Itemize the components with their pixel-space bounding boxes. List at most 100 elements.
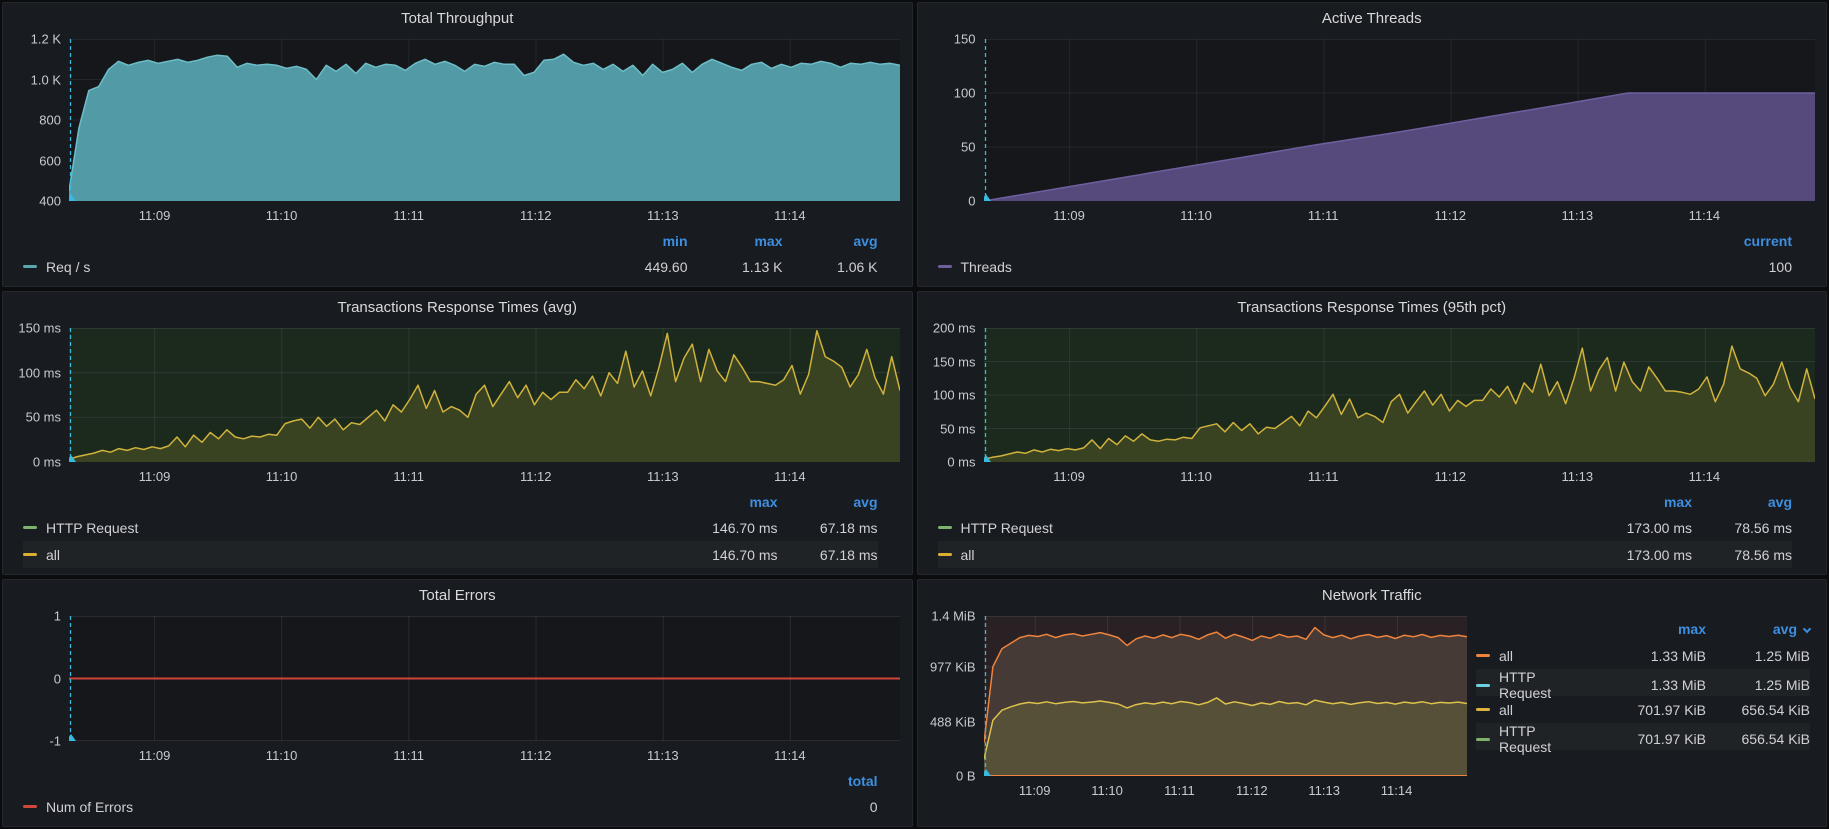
- legend-value-avg: 78.56 ms: [1692, 520, 1792, 536]
- x-axis-tick-label: 11:13: [647, 748, 679, 763]
- legend-header-min[interactable]: min: [593, 233, 688, 249]
- legend: max avg HTTP Request 146.70 ms 67.18 ms …: [3, 488, 912, 572]
- y-axis: 1.4 MiB977 KiB488 KiB0 B: [926, 616, 984, 776]
- panel-response-times-95pct: Transactions Response Times (95th pct) 2…: [917, 291, 1828, 575]
- y-axis-tick-label: 977 KiB: [930, 659, 976, 674]
- legend-row: HTTP Request 173.00 ms 78.56 ms: [938, 514, 1793, 541]
- legend-header-current[interactable]: current: [1682, 233, 1792, 249]
- series-color-dash: [1476, 654, 1490, 657]
- x-axis-tick-label: 11:11: [1308, 208, 1339, 223]
- x-axis-tick-label: 11:12: [520, 748, 552, 763]
- legend-series-name[interactable]: all: [961, 547, 975, 563]
- panel-title[interactable]: Active Threads: [918, 7, 1827, 31]
- errors-time-series-plot[interactable]: [69, 616, 900, 741]
- legend-value-avg: 78.56 ms: [1692, 547, 1792, 563]
- legend-header-avg[interactable]: avg: [778, 494, 878, 510]
- legend: min max avg Req / s 449.60 1.13 K 1.06 K: [3, 227, 912, 284]
- legend: current Threads 100: [918, 227, 1827, 284]
- legend-series-name[interactable]: HTTP Request: [46, 520, 138, 536]
- y-axis: 200 ms150 ms100 ms50 ms0 ms: [926, 328, 984, 462]
- network-time-series-plot[interactable]: [984, 616, 1467, 776]
- x-axis-tick-label: 11:13: [647, 469, 679, 484]
- response-95pct-time-series-plot[interactable]: [984, 328, 1815, 462]
- x-axis: 11:0911:1011:1111:1211:1311:14: [984, 776, 1467, 802]
- legend-header-max[interactable]: max: [1591, 621, 1706, 637]
- legend-row: HTTP Request 701.97 KiB 656.54 KiB: [1476, 723, 1810, 750]
- legend-header-avg[interactable]: avg: [1692, 494, 1792, 510]
- panel-response-times-avg: Transactions Response Times (avg) 150 ms…: [2, 291, 913, 575]
- series-color-dash: [23, 526, 37, 529]
- x-axis-tick-label: 11:09: [139, 748, 171, 763]
- x-axis-tick-label: 11:11: [1308, 469, 1339, 484]
- legend-header-max[interactable]: max: [688, 233, 783, 249]
- y-axis-tick-label: 100 ms: [18, 365, 61, 380]
- y-axis-tick-label: 400: [39, 194, 61, 209]
- legend-value-max: 1.33 MiB: [1591, 648, 1706, 664]
- panel-title[interactable]: Total Errors: [3, 584, 912, 608]
- y-axis-tick-label: 50 ms: [26, 410, 61, 425]
- legend-series-name[interactable]: Req / s: [46, 259, 90, 275]
- x-axis-tick-label: 11:10: [1091, 783, 1123, 798]
- y-axis-tick-label: 800: [39, 113, 61, 128]
- x-axis-tick-label: 11:09: [1053, 469, 1085, 484]
- x-axis-tick-label: 11:10: [266, 469, 298, 484]
- legend-series-name[interactable]: all: [1499, 702, 1513, 718]
- legend-series-name[interactable]: HTTP Request: [1499, 723, 1591, 755]
- series-color-dash: [1476, 738, 1490, 741]
- legend-series-name[interactable]: HTTP Request: [961, 520, 1053, 536]
- x-axis-tick-label: 11:09: [139, 469, 171, 484]
- x-axis-tick-label: 11:09: [1053, 208, 1085, 223]
- response-avg-time-series-plot[interactable]: [69, 328, 900, 462]
- panel-title[interactable]: Transactions Response Times (95th pct): [918, 296, 1827, 320]
- x-axis: 11:0911:1011:1111:1211:1311:14: [984, 201, 1815, 227]
- legend: total Num of Errors 0: [3, 767, 912, 824]
- legend-value-total: 0: [768, 799, 878, 815]
- legend-series-name[interactable]: all: [46, 547, 60, 563]
- legend-header-max[interactable]: max: [1577, 494, 1692, 510]
- x-axis-tick-label: 11:10: [1180, 208, 1212, 223]
- panel-title[interactable]: Transactions Response Times (avg): [3, 296, 912, 320]
- legend-header-max[interactable]: max: [663, 494, 778, 510]
- legend-series-name[interactable]: HTTP Request: [1499, 669, 1591, 701]
- panel-title[interactable]: Network Traffic: [918, 584, 1827, 608]
- panel-network-traffic: Network Traffic 1.4 MiB977 KiB488 KiB0 B…: [917, 579, 1828, 827]
- legend-series-name[interactable]: Threads: [961, 259, 1012, 275]
- y-axis-tick-label: -1: [49, 734, 61, 749]
- chevron-down-icon: [1803, 625, 1811, 633]
- legend-value-max: 146.70 ms: [663, 547, 778, 563]
- x-axis-tick-label: 11:14: [774, 748, 806, 763]
- legend-header-avg[interactable]: avg: [783, 233, 878, 249]
- legend-row: all 146.70 ms 67.18 ms: [23, 541, 878, 568]
- legend-row: HTTP Request 146.70 ms 67.18 ms: [23, 514, 878, 541]
- panel-total-throughput: Total Throughput 1.2 K1.0 K800600400 11:…: [2, 2, 913, 287]
- throughput-time-series-plot[interactable]: [69, 39, 900, 201]
- legend-row: Threads 100: [938, 253, 1793, 280]
- grafana-dashboard: Total Throughput 1.2 K1.0 K800600400 11:…: [0, 0, 1829, 829]
- panel-total-errors: Total Errors 10-1 11:0911:1011:1111:1211…: [2, 579, 913, 827]
- y-axis-tick-label: 488 KiB: [930, 714, 976, 729]
- y-axis-tick-label: 200 ms: [933, 321, 976, 336]
- x-axis-tick-label: 11:11: [393, 208, 424, 223]
- legend-series-name[interactable]: all: [1499, 648, 1513, 664]
- y-axis: 150100500: [926, 39, 984, 201]
- x-axis-tick-label: 11:11: [1164, 783, 1195, 798]
- x-axis-tick-label: 11:14: [774, 469, 806, 484]
- panel-active-threads: Active Threads 150100500 11:09 11:10 11:11…: [917, 2, 1828, 287]
- x-axis-tick-label: 11:12: [1434, 208, 1466, 223]
- legend-header-total[interactable]: total: [768, 773, 878, 789]
- series-color-dash: [23, 553, 37, 556]
- legend-row: Req / s 449.60 1.13 K 1.06 K: [23, 253, 878, 280]
- x-axis-tick-label: 11:12: [520, 208, 552, 223]
- series-color-dash: [23, 805, 37, 808]
- panel-title[interactable]: Total Throughput: [3, 7, 912, 31]
- x-axis-tick-label: 11:13: [1308, 783, 1340, 798]
- y-axis-tick-label: 0 ms: [947, 455, 975, 470]
- legend-series-name[interactable]: Num of Errors: [46, 799, 133, 815]
- threads-time-series-plot[interactable]: [984, 39, 1815, 201]
- series-color-dash: [938, 526, 952, 529]
- y-axis-tick-label: 150: [954, 32, 976, 47]
- legend-value-avg: 67.18 ms: [778, 547, 878, 563]
- legend-header-avg-sort[interactable]: avg: [1706, 621, 1810, 637]
- y-axis-tick-label: 50 ms: [940, 421, 975, 436]
- legend-value-current: 100: [1682, 259, 1792, 275]
